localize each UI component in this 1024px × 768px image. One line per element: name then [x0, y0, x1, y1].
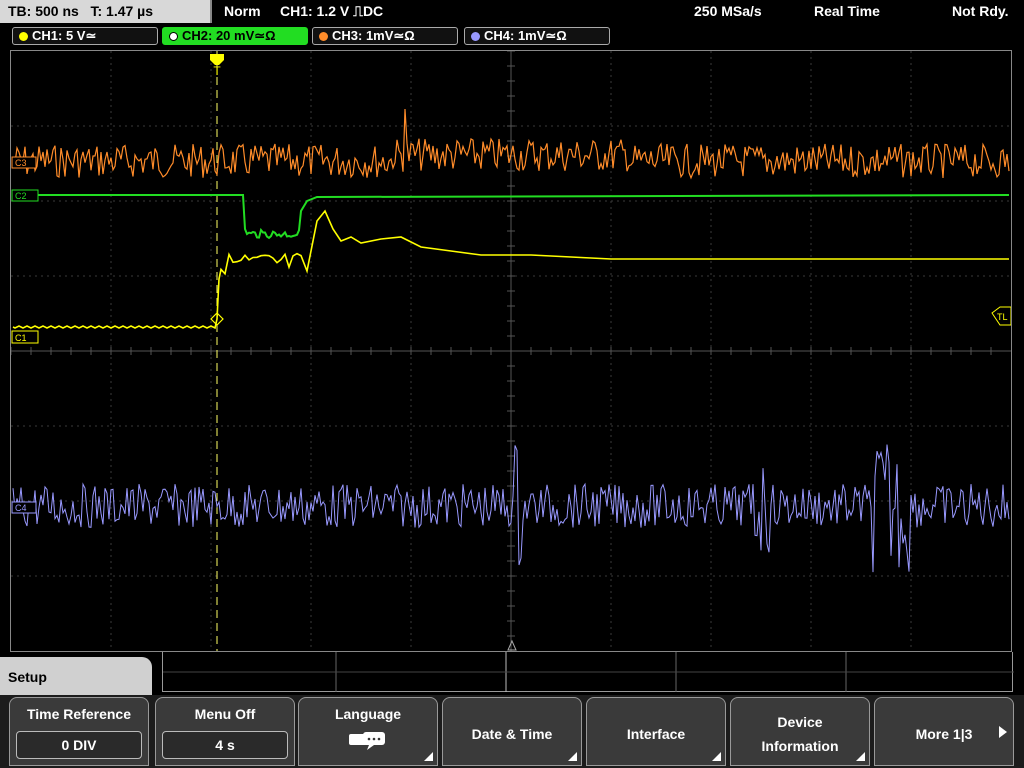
next-page-arrow-icon — [999, 726, 1007, 738]
channel-2-label: CH2: 20 mV≃Ω — [182, 28, 276, 43]
acquisition-state: Not Rdy. — [952, 3, 1009, 19]
date-time-softkey[interactable]: Date & Time — [442, 697, 582, 766]
softkey-bar: Time Reference 0 DIV Menu Off 4 s Langua… — [0, 695, 1024, 768]
channel-2-dot-icon — [169, 32, 178, 41]
channel-1-marker: C1 — [11, 330, 39, 344]
waveform-display[interactable]: T C3 C2 C1 C4 TL — [10, 50, 1012, 652]
menu-off-softkey[interactable]: Menu Off 4 s — [155, 697, 295, 766]
time-reference-label: Time Reference — [26, 706, 131, 722]
submenu-indicator-icon — [424, 752, 433, 761]
channel-4-marker-label: C4 — [15, 503, 27, 513]
language-speech-icon — [349, 732, 385, 750]
channel-bar: CH1: 5 V≃ CH2: 20 mV≃Ω CH3: 1mV≃Ω CH4: 1… — [0, 24, 1024, 48]
center-marker-icon — [507, 639, 517, 651]
device-information-softkey[interactable]: Device Information — [730, 697, 870, 766]
more-softkey[interactable]: More 1|3 — [874, 697, 1014, 766]
date-time-label: Date & Time — [471, 726, 553, 742]
channel-4-dot-icon — [471, 32, 480, 41]
channel-4-button[interactable]: CH4: 1mV≃Ω — [464, 27, 610, 45]
submenu-indicator-icon — [856, 752, 865, 761]
timebase-box[interactable]: TB: 500 ns T: 1.47 µs — [0, 0, 212, 23]
status-bar: TB: 500 ns T: 1.47 µs Norm CH1: 1.2 V ⎍D… — [0, 0, 1024, 24]
submenu-indicator-icon — [712, 752, 721, 761]
graticule-grid — [11, 51, 1011, 651]
channel-2-button[interactable]: CH2: 20 mV≃Ω — [162, 27, 308, 45]
interface-label: Interface — [626, 726, 686, 742]
more-label: More 1|3 — [915, 726, 973, 742]
channel-3-button[interactable]: CH3: 1mV≃Ω — [312, 27, 458, 45]
submenu-indicator-icon — [568, 752, 577, 761]
channel-3-marker: C3 — [11, 156, 37, 169]
waveform-canvas: T C3 C2 C1 C4 TL — [11, 51, 1011, 651]
time-reference-softkey[interactable]: Time Reference 0 DIV — [9, 697, 149, 766]
trigger-level-marker: TL — [991, 306, 1011, 326]
menu-off-value: 4 s — [162, 731, 288, 759]
channel-3-dot-icon — [319, 32, 328, 41]
channel-2-marker-label: C2 — [15, 191, 27, 201]
channel-1-dot-icon — [19, 32, 28, 41]
sample-rate: 250 MSa/s — [694, 3, 762, 19]
interface-softkey[interactable]: Interface — [586, 697, 726, 766]
channel-3-marker-label: C3 — [15, 158, 27, 168]
channel-3-label: CH3: 1mV≃Ω — [332, 28, 415, 43]
acquisition-mode: Real Time — [814, 3, 880, 19]
language-softkey[interactable]: Language — [298, 697, 438, 766]
device-information-label-1: Device — [777, 714, 823, 730]
channel-4-label: CH4: 1mV≃Ω — [484, 28, 567, 43]
trigger-mode: Norm — [224, 3, 261, 19]
time-reference-value: 0 DIV — [16, 731, 142, 759]
timebase-value: TB: 500 ns — [8, 3, 79, 19]
trigger-time-value: T: 1.47 µs — [90, 3, 154, 19]
channel-2-marker: C2 — [11, 189, 39, 202]
menu-off-label: Menu Off — [194, 706, 256, 722]
zoom-overview-area — [162, 652, 1014, 692]
channel-1-marker-label: C1 — [15, 333, 27, 343]
trigger-level-label: TL — [997, 312, 1008, 322]
trigger-position-label: T — [213, 64, 221, 78]
trigger-source: CH1: 1.2 V ⎍DC — [280, 3, 384, 19]
channel-4-marker: C4 — [11, 501, 37, 514]
language-label: Language — [334, 706, 402, 722]
channel-1-label: CH1: 5 V≃ — [32, 28, 97, 43]
channel-1-button[interactable]: CH1: 5 V≃ — [12, 27, 158, 45]
device-information-label-2: Information — [761, 738, 839, 754]
menu-title: Setup — [0, 657, 152, 695]
